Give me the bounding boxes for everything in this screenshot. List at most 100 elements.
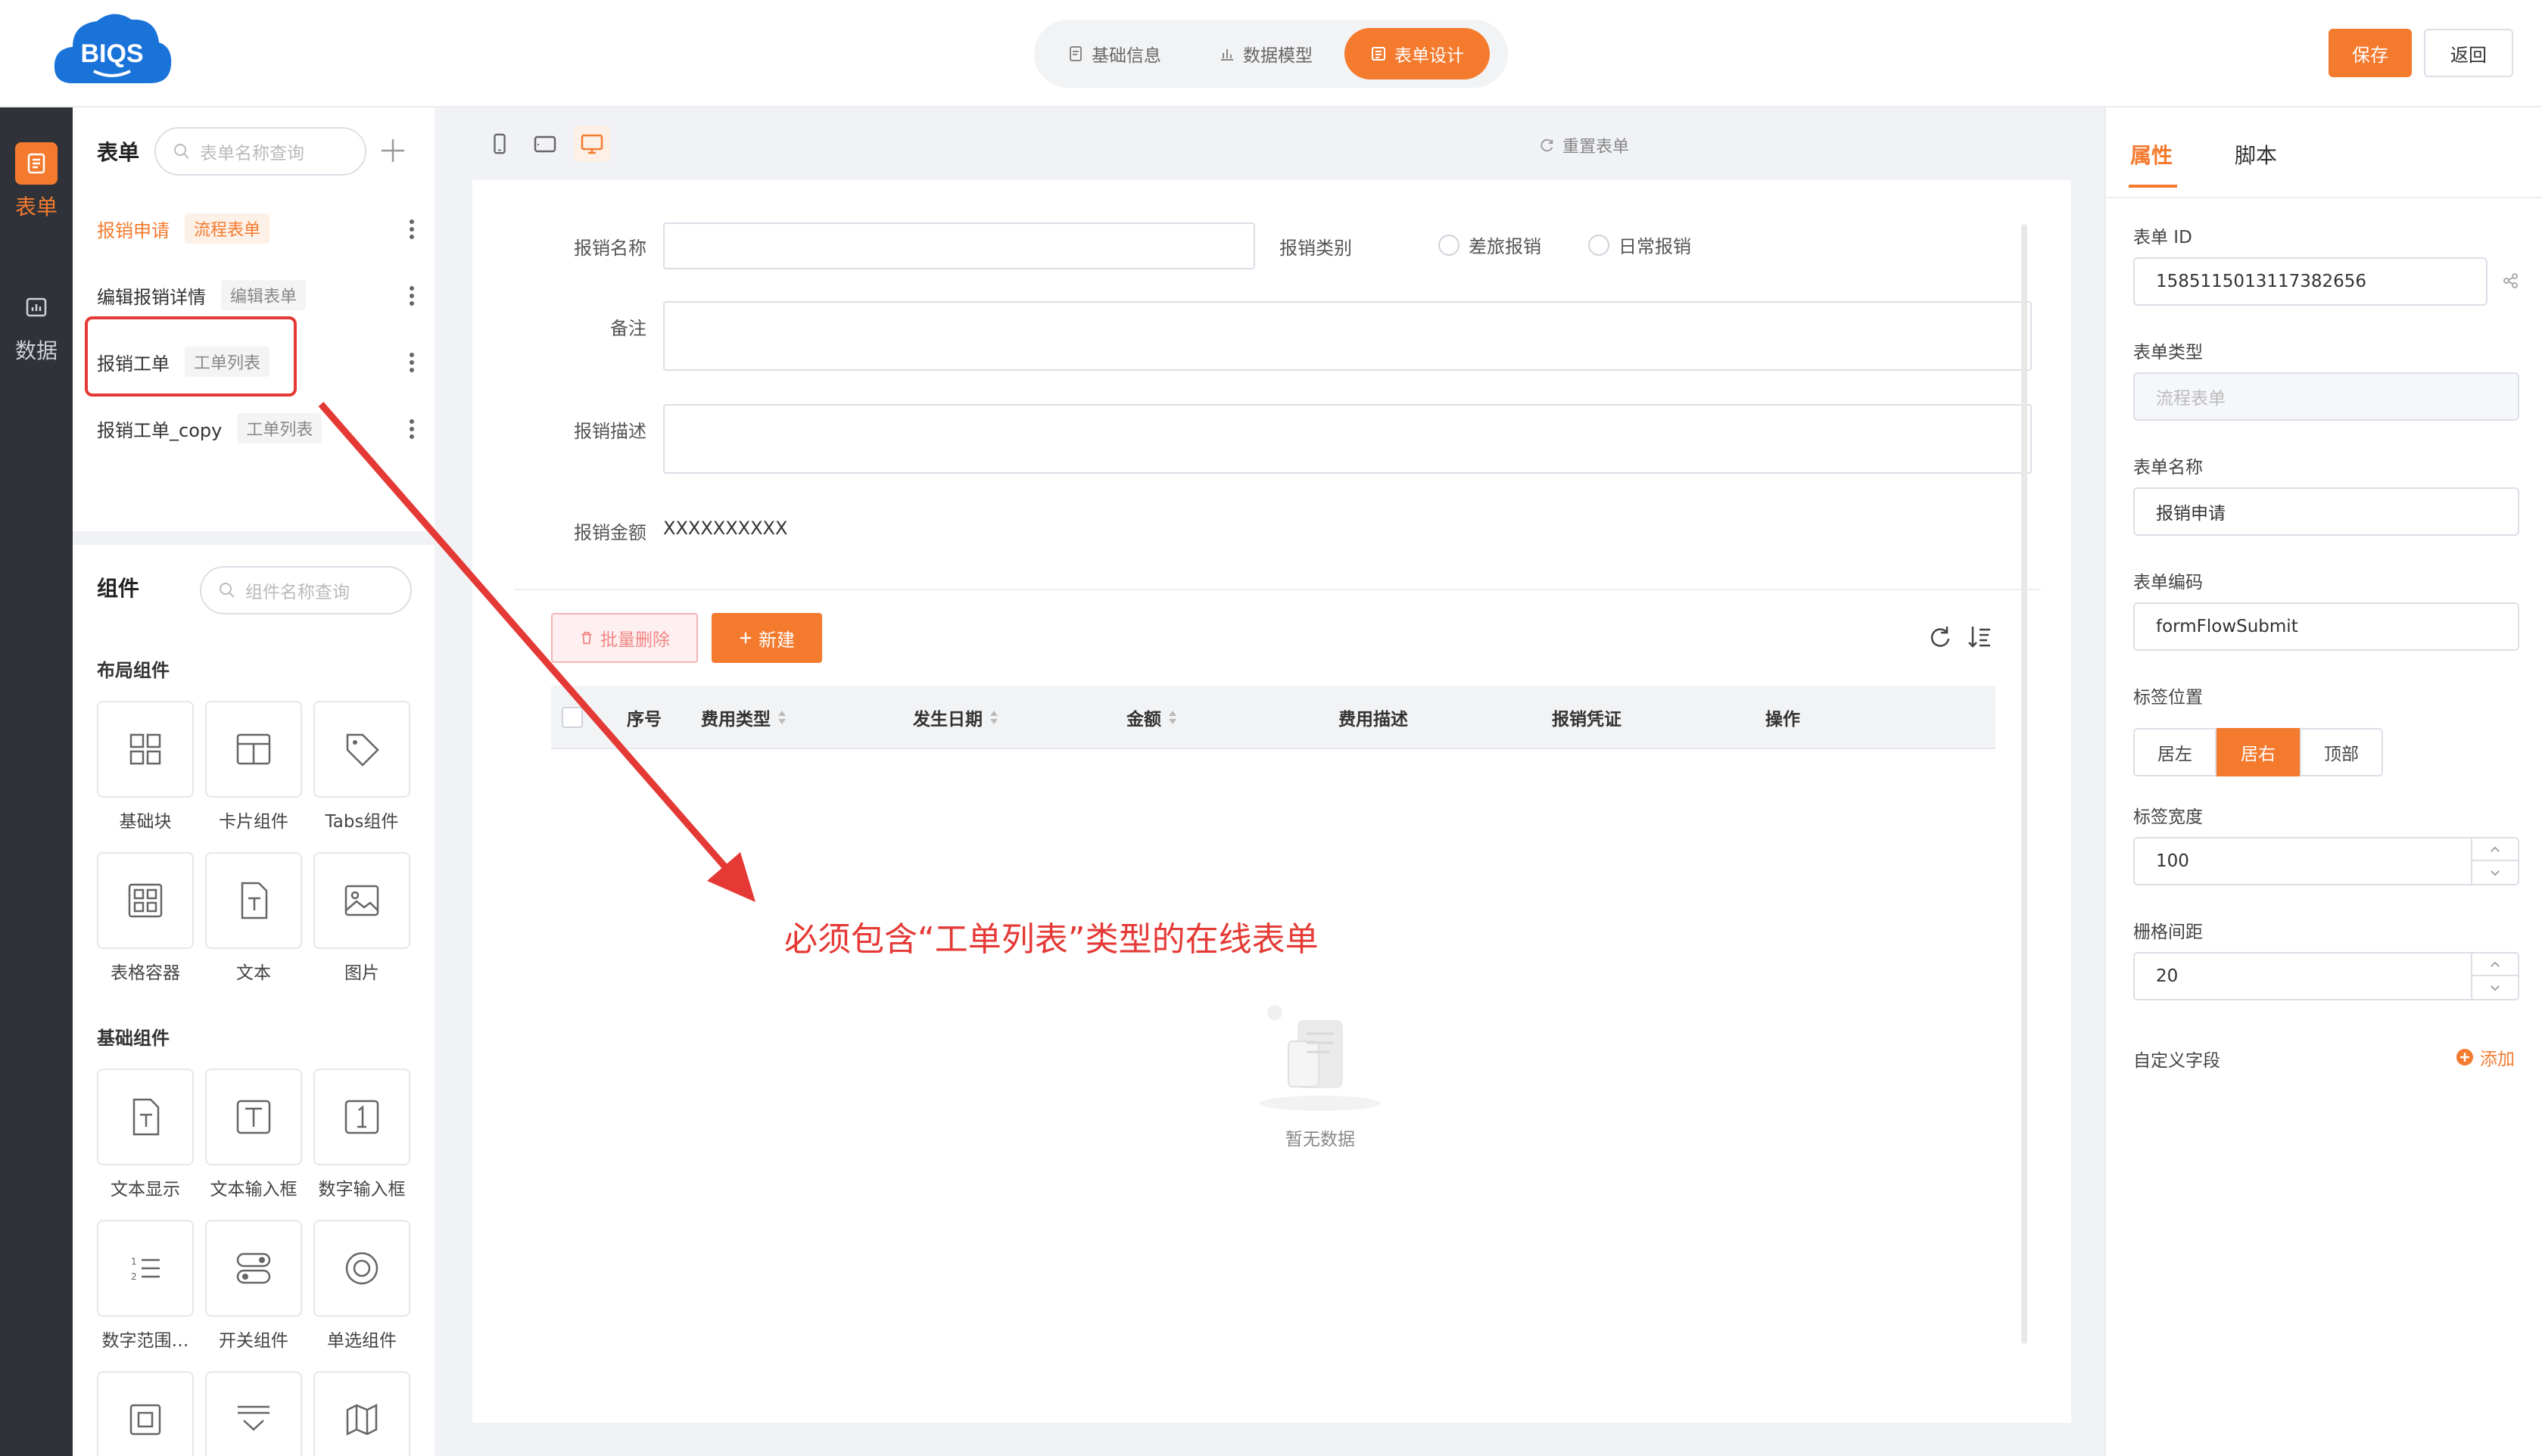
component-basic-block[interactable]: 基础块 (97, 701, 194, 832)
tab-properties[interactable]: 属性 (2130, 139, 2173, 170)
batch-delete-button[interactable]: 批量删除 (551, 613, 698, 663)
search-placeholder: 组件名称查询 (245, 583, 350, 602)
form-name-input[interactable]: 报销申请 (2133, 487, 2519, 536)
component-switch[interactable]: 开关组件 (205, 1220, 302, 1352)
more-icon[interactable] (409, 351, 415, 374)
add-circle-icon (2456, 1049, 2473, 1066)
new-button[interactable]: 新建 (712, 613, 822, 663)
layout-section-title: 布局组件 (97, 660, 170, 681)
component-label: 基础块 (119, 812, 172, 832)
field-label-desc: 报销描述 (574, 421, 646, 442)
form-search-input[interactable]: 表单名称查询 (154, 127, 366, 176)
component-image[interactable]: 图片 (313, 852, 410, 984)
sort-icon (990, 711, 998, 724)
table-header: 序号 费用类型 发生日期 金额 费用描述 报销凭证 操作 (551, 686, 1995, 749)
desc-textarea[interactable] (663, 404, 2032, 474)
refresh-icon[interactable] (1927, 624, 1953, 649)
chevron-up-icon[interactable] (2472, 954, 2518, 976)
component-label: 表格容器 (111, 963, 180, 983)
tab-script[interactable]: 脚本 (2235, 139, 2277, 170)
document-icon (1070, 46, 1082, 61)
column-settings-icon[interactable] (1967, 624, 1992, 649)
form-id-input[interactable]: 1585115013117382656 (2133, 257, 2487, 306)
refresh-icon (1540, 138, 1553, 152)
form-type-label: 表单类型 (2133, 343, 2203, 362)
chevron-up-icon[interactable] (2472, 838, 2518, 861)
text-file-icon (241, 882, 268, 919)
desktop-view-icon[interactable] (574, 126, 610, 162)
canvas-scrollbar[interactable] (2021, 224, 2027, 1344)
segment-left[interactable]: 居左 (2133, 728, 2216, 776)
svg-text:2: 2 (131, 1271, 137, 1282)
back-button[interactable]: 返回 (2424, 29, 2513, 77)
number-stepper[interactable] (2471, 954, 2518, 999)
grid-gap-input[interactable]: 20 (2133, 952, 2519, 1000)
component-text-display[interactable]: 文本显示 (97, 1069, 194, 1200)
segment-top[interactable]: 顶部 (2300, 728, 2383, 776)
component-number-range[interactable]: 12 数字范围… (97, 1220, 194, 1352)
form-item-tag: 编辑表单 (221, 280, 307, 310)
components-title: 组件 (97, 576, 140, 601)
column-header[interactable]: 发生日期 (913, 686, 999, 749)
sort-icon (778, 711, 786, 724)
column-header: 序号 (627, 686, 662, 749)
form-code-value: formFlowSubmit (2156, 617, 2298, 636)
form-code-label: 表单编码 (2133, 573, 2203, 593)
field-label-amount: 报销金额 (574, 522, 646, 543)
component-table-container[interactable]: 表格容器 (97, 852, 194, 984)
radio-travel[interactable]: 差旅报销 (1438, 232, 1541, 258)
chevron-down-icon[interactable] (2472, 861, 2518, 884)
mobile-view-icon[interactable] (481, 126, 518, 162)
rail-label: 数据 (14, 338, 58, 363)
form-item[interactable]: 编辑报销详情 编辑表单 (97, 274, 415, 316)
component-tabs[interactable]: Tabs组件 (313, 701, 410, 832)
reset-form-button[interactable]: 重置表单 (1540, 133, 1629, 157)
component-number-input[interactable]: 数字输入框 (313, 1069, 410, 1200)
form-id-value: 1585115013117382656 (2156, 272, 2367, 291)
more-icon[interactable] (409, 218, 415, 241)
component-text-input[interactable]: 文本输入框 (205, 1069, 302, 1200)
note-textarea[interactable] (663, 301, 2032, 371)
column-header[interactable]: 费用类型 (701, 686, 787, 749)
name-input[interactable] (663, 222, 1255, 269)
card-icon (236, 733, 271, 765)
left-rail: 表单 数据 (0, 107, 73, 1456)
form-item[interactable]: 报销工单_copy 工单列表 (97, 407, 415, 450)
component-search-input[interactable]: 组件名称查询 (200, 566, 412, 614)
column-title: 序号 (627, 710, 662, 730)
add-form-icon[interactable] (378, 136, 407, 165)
column-header[interactable]: 金额 (1126, 686, 1178, 749)
save-button[interactable]: 保存 (2329, 29, 2412, 77)
component-label: 文本 (236, 963, 271, 983)
field-label-name: 报销名称 (574, 238, 646, 259)
rail-item-forms[interactable]: 表单 (0, 142, 73, 221)
column-title: 操作 (1765, 710, 1800, 730)
tab-form-design[interactable]: 表单设计 (1344, 28, 1490, 79)
radio-daily[interactable]: 日常报销 (1588, 232, 1691, 258)
share-icon[interactable] (2503, 272, 2519, 289)
add-custom-field-button[interactable]: 添加 (2456, 1044, 2515, 1070)
empty-state: 暂无数据 (1207, 997, 1434, 1150)
component-map[interactable] (313, 1371, 410, 1456)
chevron-down-icon[interactable] (2472, 976, 2518, 999)
basic-section-title: 基础组件 (97, 1028, 170, 1049)
select-all-checkbox[interactable] (562, 707, 583, 728)
tab-data-model[interactable]: 数据模型 (1193, 28, 1338, 79)
form-code-input[interactable]: formFlowSubmit (2133, 602, 2519, 651)
more-icon[interactable] (409, 285, 415, 307)
component-radio[interactable]: 单选组件 (313, 1220, 410, 1352)
form-item[interactable]: 报销申请 流程表单 (97, 207, 415, 250)
segment-right[interactable]: 居右 (2216, 728, 2300, 776)
component-card[interactable]: 卡片组件 (205, 701, 302, 832)
number-stepper[interactable] (2471, 838, 2518, 884)
checkbox-icon (129, 1404, 161, 1436)
rail-item-data[interactable]: 数据 (0, 286, 73, 365)
component-select[interactable] (205, 1371, 302, 1456)
component-text[interactable]: 文本 (205, 852, 302, 984)
tablet-view-icon[interactable] (527, 126, 563, 162)
label-width-input[interactable]: 100 (2133, 837, 2519, 885)
tab-basic-info[interactable]: 基础信息 (1042, 28, 1187, 79)
component-checkbox[interactable] (97, 1371, 194, 1456)
canvas-toolbar (435, 107, 2104, 180)
more-icon[interactable] (409, 418, 415, 440)
